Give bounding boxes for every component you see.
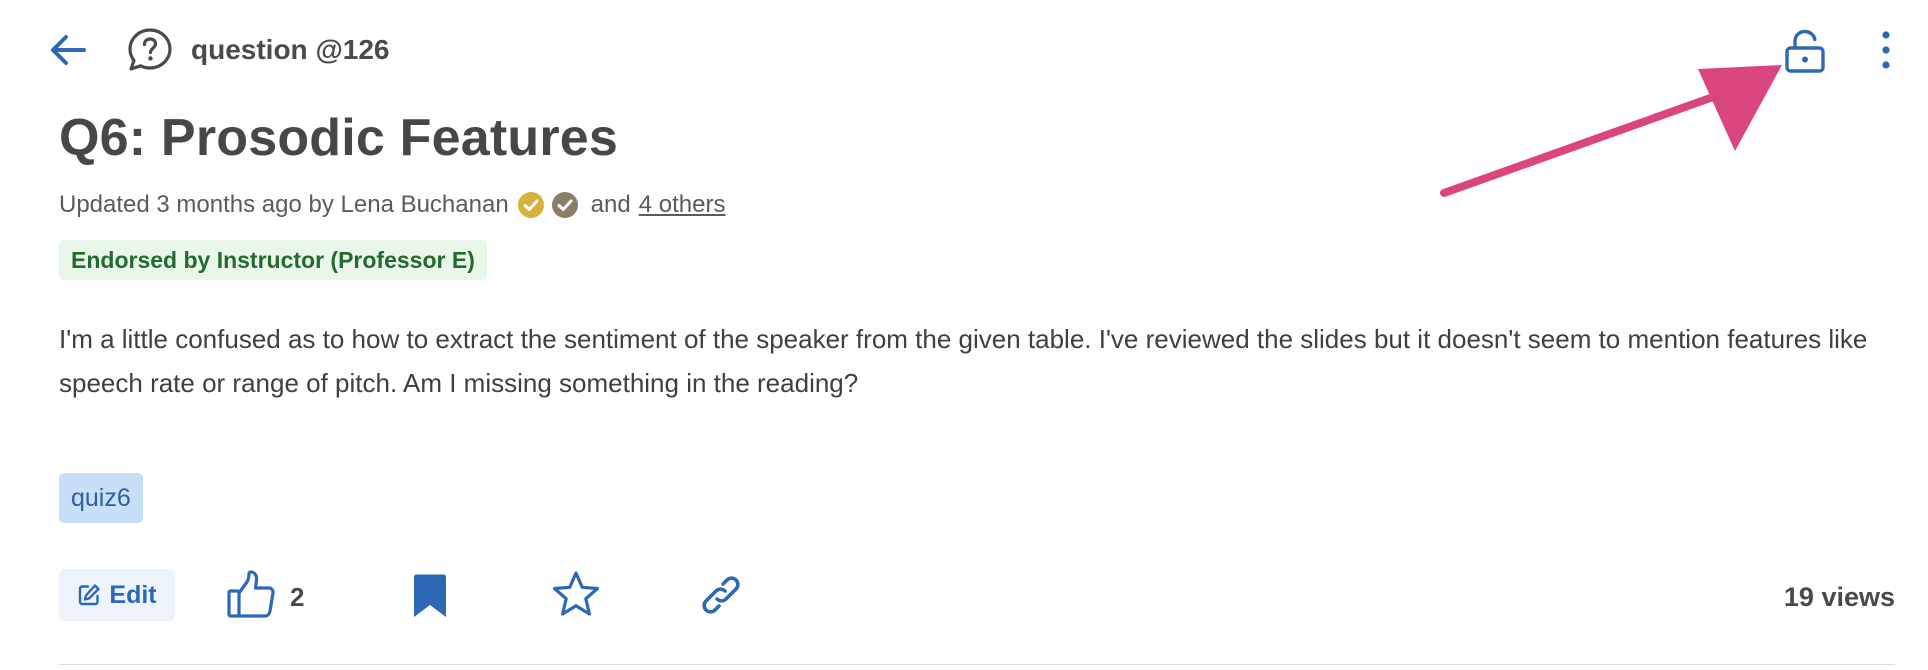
edit-label: Edit (109, 580, 157, 609)
gold-check-badge-icon (517, 192, 544, 218)
unlock-icon (1785, 29, 1825, 73)
unlock-button[interactable] (1782, 28, 1828, 74)
post-title: Q6: Prosodic Features (59, 109, 619, 167)
and-text: and (590, 191, 631, 218)
like-button[interactable] (226, 570, 276, 620)
edit-button[interactable]: Edit (59, 569, 175, 621)
view-count: 19 views (1783, 582, 1895, 612)
favorite-button[interactable] (551, 570, 601, 620)
edit-icon (79, 584, 101, 606)
bookmark-button[interactable] (410, 573, 450, 619)
link-icon (702, 576, 740, 614)
bookmark-icon (414, 574, 446, 617)
annotation-arrow-icon (1440, 65, 1782, 197)
more-options-button[interactable] (1868, 26, 1904, 74)
post-number-label: question @126 (191, 34, 390, 65)
back-button[interactable] (46, 28, 90, 72)
updated-text: Updated 3 months ago by Lena Buchanan (59, 191, 509, 218)
gray-check-badge-icon (551, 192, 578, 218)
copy-link-button[interactable] (696, 570, 746, 620)
tag-quiz6[interactable]: quiz6 (59, 473, 143, 523)
kebab-menu-icon (1882, 31, 1890, 69)
arrow-left-icon (51, 35, 86, 65)
divider (59, 664, 1895, 665)
post-meta: Updated 3 months ago by Lena Buchanan an… (59, 191, 725, 219)
question-bubble-icon (126, 26, 174, 74)
post-body: I'm a little confused as to how to extra… (59, 324, 1868, 398)
others-link[interactable]: 4 others (639, 191, 726, 219)
like-count: 2 (290, 582, 305, 612)
star-icon (552, 571, 600, 616)
endorsement-badge: Endorsed by Instructor (Professor E) (59, 240, 487, 280)
thumbs-up-icon (227, 570, 275, 618)
